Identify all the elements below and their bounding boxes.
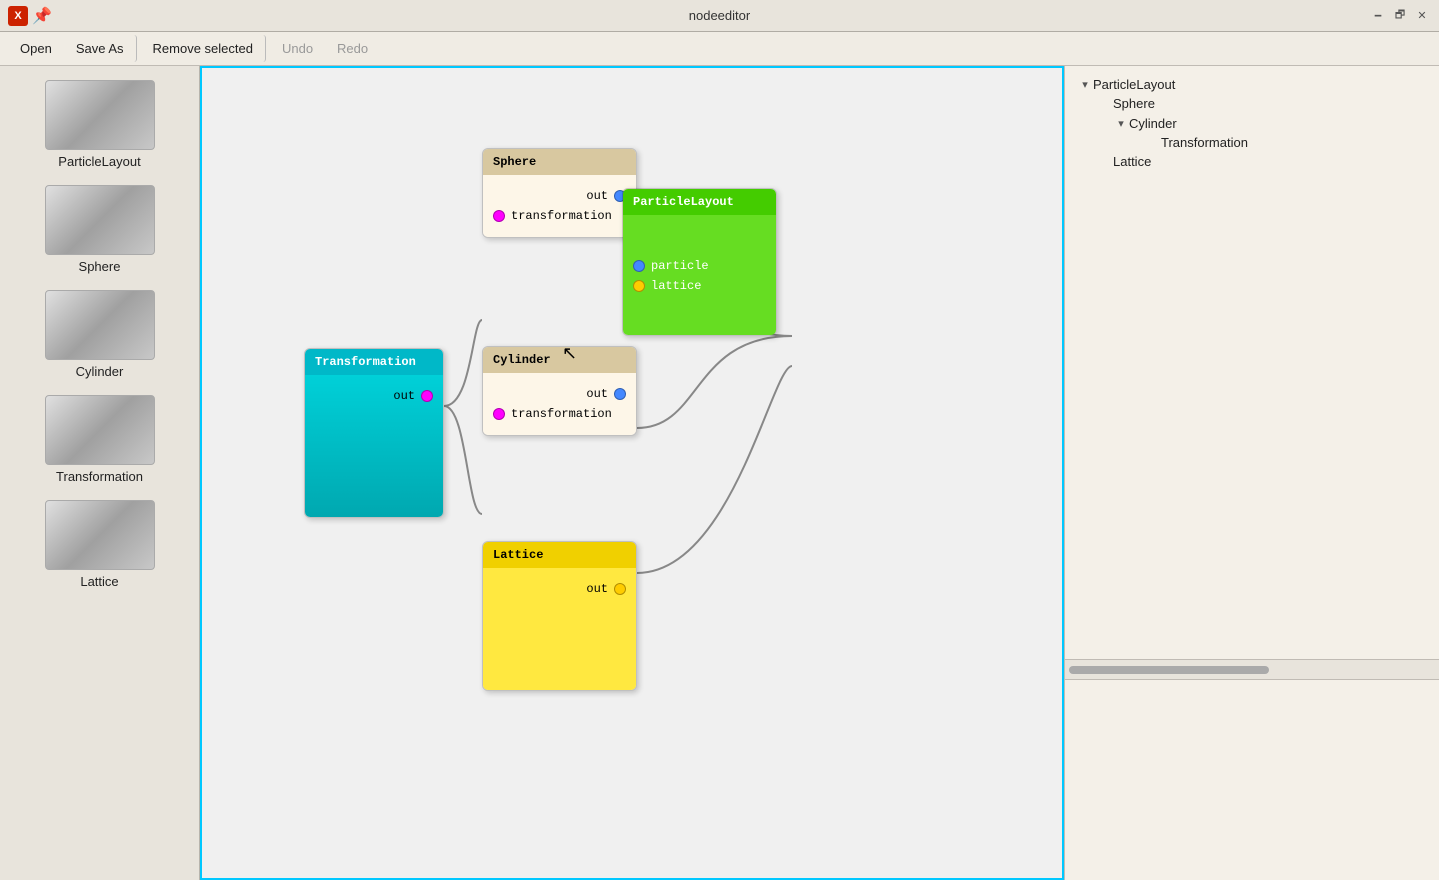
node-lattice[interactable]: Lattice out <box>482 541 637 691</box>
window-controls: 🗕 🗗 ✕ <box>1369 7 1431 25</box>
sidebar-label-cylinder: Cylinder <box>76 364 124 379</box>
node-transformation-out-label: out <box>393 389 415 403</box>
node-sphere-body: out transformation <box>483 175 636 237</box>
close-button[interactable]: ✕ <box>1413 7 1431 25</box>
node-cylinder-header: Cylinder <box>483 347 636 373</box>
sidebar-item-cylinder[interactable]: Cylinder <box>20 286 180 383</box>
tree-item-lattice[interactable]: Lattice <box>1073 152 1431 171</box>
node-sphere-port-transformation: transformation <box>493 209 626 223</box>
tree-item-cylinder[interactable]: ▾ Cylinder <box>1073 113 1431 133</box>
connection-transformation-cylinder <box>444 406 482 514</box>
node-particle-layout-header: ParticleLayout <box>623 189 776 215</box>
tree-label-cylinder: Cylinder <box>1129 116 1177 131</box>
app-logo: X <box>8 6 28 26</box>
node-sphere-header: Sphere <box>483 149 636 175</box>
node-sphere-transformation-label: transformation <box>511 209 612 223</box>
sidebar-item-transformation[interactable]: Transformation <box>20 391 180 488</box>
redo-button: Redo <box>325 35 380 62</box>
node-sphere-out-label: out <box>586 189 608 203</box>
title-bar: X 📌 nodeeditor 🗕 🗗 ✕ <box>0 0 1439 32</box>
node-lattice-out-port-circle[interactable] <box>614 583 626 595</box>
node-sphere-title: Sphere <box>493 155 536 169</box>
undo-button: Undo <box>270 35 325 62</box>
sidebar-thumb-lattice <box>45 500 155 570</box>
tree-toggle-root[interactable]: ▾ <box>1077 76 1093 92</box>
node-transformation-title: Transformation <box>315 355 416 369</box>
sidebar-item-particle-layout[interactable]: ParticleLayout <box>20 76 180 173</box>
sidebar-label-sphere: Sphere <box>79 259 121 274</box>
connection-transformation-sphere <box>444 320 482 406</box>
sidebar-label-lattice: Lattice <box>80 574 118 589</box>
node-particle-layout-title: ParticleLayout <box>633 195 734 209</box>
tree-item-root[interactable]: ▾ ParticleLayout <box>1073 74 1431 94</box>
sidebar-label-particle-layout: ParticleLayout <box>58 154 140 169</box>
node-particle-layout-body: particle lattice <box>623 215 776 335</box>
right-tree: ▾ ParticleLayout Sphere ▾ Cylinder Trans… <box>1065 66 1439 660</box>
tree-item-transformation[interactable]: Transformation <box>1073 133 1431 152</box>
left-sidebar: ParticleLayout Sphere Cylinder Transform… <box>0 66 200 880</box>
horizontal-scrollbar[interactable] <box>1069 666 1269 674</box>
node-particle-layout-particle-label: particle <box>651 259 709 273</box>
node-transformation-port-out: out <box>315 389 433 403</box>
node-cylinder-port-out: out <box>493 387 626 401</box>
node-lattice-title: Lattice <box>493 548 543 562</box>
node-cylinder-title: Cylinder <box>493 353 551 367</box>
node-transformation-body: out <box>305 375 443 517</box>
node-cylinder-body: out transformation <box>483 373 636 435</box>
node-cylinder-port-transformation: transformation <box>493 407 626 421</box>
tree-toggle-cylinder[interactable]: ▾ <box>1113 115 1129 131</box>
maximize-button[interactable]: 🗗 <box>1391 7 1409 25</box>
sidebar-label-transformation: Transformation <box>56 469 143 484</box>
tree-label-lattice: Lattice <box>1113 154 1151 169</box>
window-title: nodeeditor <box>689 8 750 23</box>
logo-area: X 📌 <box>8 6 52 26</box>
node-cylinder[interactable]: Cylinder out transformation <box>482 346 637 436</box>
right-scrollbar-area <box>1065 660 1439 680</box>
node-lattice-out-label: out <box>586 582 608 596</box>
main-layout: ParticleLayout Sphere Cylinder Transform… <box>0 66 1439 880</box>
save-as-button[interactable]: Save As <box>64 35 137 62</box>
node-sphere[interactable]: Sphere out transformation <box>482 148 637 238</box>
sidebar-thumb-cylinder <box>45 290 155 360</box>
node-particle-layout-lattice-port-circle[interactable] <box>633 280 645 292</box>
node-transformation[interactable]: Transformation out <box>304 348 444 518</box>
node-cylinder-out-port-circle[interactable] <box>614 388 626 400</box>
node-lattice-body: out <box>483 568 636 690</box>
node-cylinder-out-label: out <box>586 387 608 401</box>
sidebar-thumb-transformation <box>45 395 155 465</box>
node-sphere-transformation-port-circle[interactable] <box>493 210 505 222</box>
menu-bar: Open Save As Remove selected Undo Redo <box>0 32 1439 66</box>
pin-icon[interactable]: 📌 <box>32 6 52 26</box>
node-cylinder-transformation-port-circle[interactable] <box>493 408 505 420</box>
node-transformation-out-port-circle[interactable] <box>421 390 433 402</box>
node-cylinder-transformation-label: transformation <box>511 407 612 421</box>
canvas-area[interactable]: Sphere out transformation Cylinder ou <box>200 66 1064 880</box>
node-particle-layout-lattice-label: lattice <box>651 279 701 293</box>
sidebar-item-lattice[interactable]: Lattice <box>20 496 180 593</box>
node-particle-layout-particle-port-circle[interactable] <box>633 260 645 272</box>
sidebar-item-sphere[interactable]: Sphere <box>20 181 180 278</box>
tree-item-sphere[interactable]: Sphere <box>1073 94 1431 113</box>
tree-label-root: ParticleLayout <box>1093 77 1175 92</box>
node-particle-layout[interactable]: ParticleLayout particle lattice <box>622 188 777 336</box>
connection-lattice-lattice <box>637 366 792 573</box>
node-sphere-port-out: out <box>493 189 626 203</box>
remove-selected-button[interactable]: Remove selected <box>141 35 266 62</box>
minimize-button[interactable]: 🗕 <box>1369 7 1387 25</box>
node-particle-layout-port-lattice: lattice <box>633 279 766 293</box>
right-panel: ▾ ParticleLayout Sphere ▾ Cylinder Trans… <box>1064 66 1439 880</box>
tree-label-transformation: Transformation <box>1161 135 1248 150</box>
sidebar-thumb-particle-layout <box>45 80 155 150</box>
connection-cylinder-particle <box>637 336 792 428</box>
node-lattice-port-out: out <box>493 582 626 596</box>
open-button[interactable]: Open <box>8 35 64 62</box>
node-transformation-header: Transformation <box>305 349 443 375</box>
node-lattice-header: Lattice <box>483 542 636 568</box>
node-particle-layout-port-particle: particle <box>633 259 766 273</box>
tree-label-sphere: Sphere <box>1113 96 1155 111</box>
sidebar-thumb-sphere <box>45 185 155 255</box>
right-properties-panel <box>1065 680 1439 880</box>
